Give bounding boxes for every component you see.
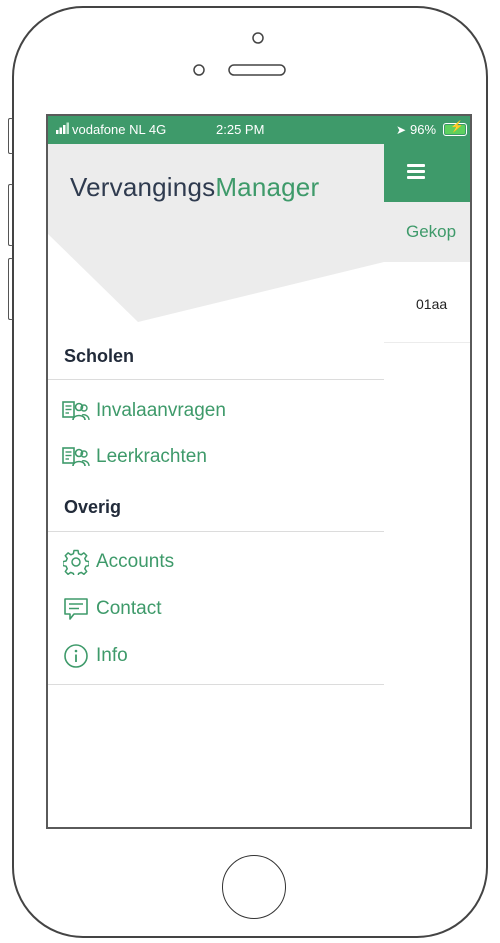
people-list-icon	[62, 445, 90, 469]
menu-item-info[interactable]: Info	[62, 641, 128, 671]
divider	[48, 379, 384, 380]
logo-part-vervangings: Vervangings	[70, 172, 216, 202]
chat-icon	[62, 597, 90, 621]
navigation-drawer: VervangingsManager Scholen Invalaanvrage…	[48, 144, 384, 827]
menu-item-label: Invalaanvragen	[96, 400, 226, 421]
side-button-volume-down	[8, 258, 13, 320]
list-item[interactable]: 01aa	[384, 262, 470, 343]
carrier-label: vodafone NL 4G	[72, 122, 167, 137]
menu-item-invalaanvragen[interactable]: Invalaanvragen	[62, 396, 226, 426]
location-arrow-icon: ➤	[396, 123, 407, 137]
info-icon	[62, 644, 90, 668]
menu-item-leerkrachten[interactable]: Leerkrachten	[62, 442, 207, 472]
gear-icon	[62, 549, 90, 575]
status-time: 2:25 PM	[216, 122, 265, 137]
divider	[48, 684, 384, 685]
tab-gekop[interactable]: Gekop	[384, 202, 470, 262]
app-logo: VervangingsManager	[70, 172, 319, 203]
menu-item-label: Accounts	[96, 551, 175, 572]
divider	[48, 531, 384, 532]
list-item-label: 01aa	[416, 296, 448, 312]
section-title-overig: Overig	[64, 497, 122, 517]
side-button-top	[8, 118, 13, 154]
status-bar: vodafone NL 4G 2:25 PM ➤ 96% ⚡	[48, 116, 470, 144]
menu-item-label: Contact	[96, 598, 162, 619]
side-button-volume-up	[8, 184, 13, 246]
menu-item-label: Leerkrachten	[96, 446, 207, 467]
section-title-scholen: Scholen	[64, 346, 135, 366]
phone-screen: vodafone NL 4G 2:25 PM ➤ 96% ⚡ Gekop 01a…	[46, 114, 472, 829]
battery-icon: ⚡	[443, 121, 467, 136]
people-list-icon	[62, 399, 90, 423]
home-button[interactable]	[222, 855, 286, 919]
menu-item-accounts[interactable]: Accounts	[62, 547, 174, 577]
hamburger-menu-icon[interactable]	[407, 164, 425, 182]
tab-label: Gekop	[406, 222, 457, 241]
logo-part-manager: Manager	[215, 172, 320, 202]
signal-icon	[56, 116, 70, 144]
menu-item-contact[interactable]: Contact	[62, 594, 161, 624]
battery-percentage: 96%	[410, 122, 437, 137]
menu-item-label: Info	[96, 645, 128, 666]
